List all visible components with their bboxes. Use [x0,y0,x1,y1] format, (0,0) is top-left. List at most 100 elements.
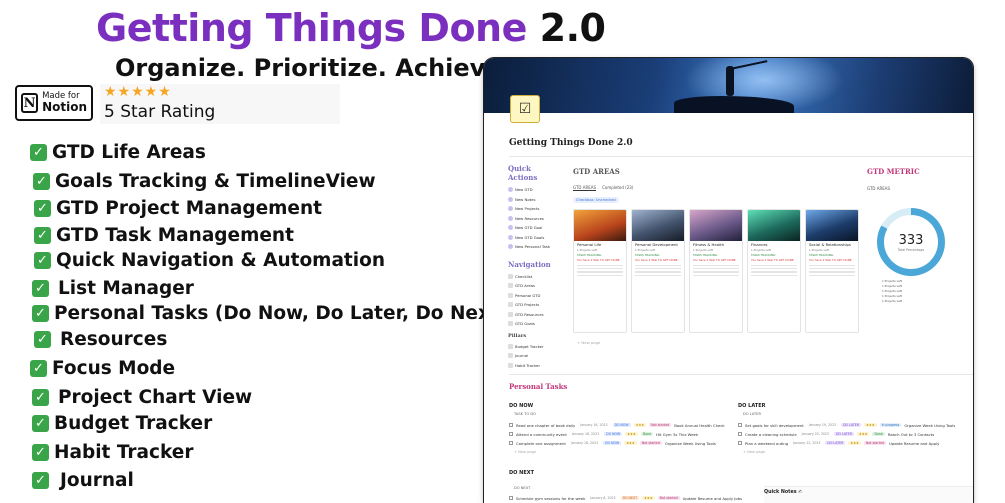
area-card[interactable]: Social & Relationships 1 Projects Left T… [805,209,859,333]
star-icon: ★★★ [625,432,638,436]
quick-action-item[interactable]: New GTD [508,185,562,195]
nav-item[interactable]: GTD Resources [508,310,562,320]
divider [509,374,973,375]
task-row[interactable]: Read one chapter of book daily January 1… [509,422,725,428]
badge-brand: Notion [42,100,87,115]
checkmark-icon: ✓ [34,331,51,348]
app-screenshot-panel: ☑ Getting Things Done 2.0 Quick Actions … [484,58,973,503]
hero-title-version: 2.0 [539,6,606,50]
task-checkbox[interactable] [509,496,513,500]
task-row[interactable]: Create a cleaning schedule January 20, 2… [738,431,934,437]
do-next-sub: DO NEXT [514,486,531,490]
task-checkbox[interactable] [738,432,742,436]
checkmark-icon: ✓ [32,415,49,432]
feature-item: ✓ Journal [32,470,134,491]
feature-item: ✓ Habit Tracker [32,442,193,463]
nav-item[interactable]: GTD Projects [508,300,562,310]
feature-item: ✓ GTD Task Management [34,225,294,246]
do-next-heading: DO NEXT [509,470,535,476]
pillar-item[interactable]: Budget Tracker [508,342,562,352]
feature-item: ✓ Goals Tracking & TimelineView [33,171,376,192]
checkmark-icon: ✓ [34,200,51,217]
navigation-heading: Navigation [508,259,551,269]
feature-item: ✓ Resources [34,329,167,350]
legend-item: 1 Projects Left [882,299,902,303]
star-icon: ★★★ [848,441,861,445]
pillar-item[interactable]: Habit Tracker [508,361,562,371]
area-card[interactable]: Personal Development 1 Projects Left TAS… [631,209,685,333]
gauge-legend: 1 Projects Left 1 Projects Left 1 Projec… [882,279,952,304]
checkmark-icon: ✓ [32,389,49,406]
nav-item[interactable]: GTD Areas [508,281,562,291]
star-icon: ★★★ [864,423,877,427]
task-row[interactable]: Complete one assignment January 18, 2023… [509,440,716,446]
star-icon: ★★★ [642,496,655,500]
new-page-button[interactable]: + New page [743,450,765,454]
checkmark-icon: ✓ [30,360,47,377]
feature-item: ✓ Personal Tasks (Do Now, Do Later, Do Ne… [32,303,507,324]
area-card[interactable]: Finances 1 Projects Left TASKS TRACKING:… [747,209,801,333]
quick-actions-heading: Quick Actions [508,164,538,182]
quick-action-item[interactable]: New GTD Goal [508,223,562,233]
nav-item[interactable]: Checklist [508,272,562,282]
task-checkbox[interactable] [738,423,742,427]
page-icon[interactable]: ☑ [510,95,540,123]
quick-notes-panel[interactable]: Quick Notes ✍ [764,486,973,503]
pillars-heading: Pillars [508,332,527,339]
pillar-item[interactable]: Journal [508,351,562,361]
task-row[interactable]: Attend a community event January 18, 202… [509,431,698,437]
areas-gallery: Personal Life 1 Projects Left TASKS TRAC… [573,209,859,333]
quick-action-item[interactable]: New GTD Goals [508,233,562,243]
feature-item: ✓ GTD Life Areas [30,142,206,163]
checkmark-icon: ✓ [33,173,50,190]
card-cover-image [632,210,684,241]
task-row[interactable]: Plan a weekend outing January 22, 2023 D… [738,440,939,446]
do-later-sub: DO LATER [743,412,761,416]
nav-item[interactable]: GTD Goals [508,319,562,329]
quick-notes-title: Quick Notes ✍ [764,490,803,495]
quick-action-item[interactable]: New Projects [508,204,562,214]
do-now-heading: DO NOW [509,403,534,409]
card-cover-image [690,210,742,241]
hero-title: Getting Things Done 2.0 [96,6,606,50]
new-page-button[interactable]: + New page [577,340,600,345]
star-icon: ★★★ [624,441,637,445]
gtd-areas-heading: GTD AREAS [573,167,620,176]
areas-tabs: GTD AREAS Completed (23) [573,185,633,191]
quick-action-item[interactable]: New Notes [508,195,562,205]
checkmark-icon: ✓ [30,144,47,161]
tab-gtd-areas[interactable]: GTD AREAS [573,185,597,191]
hero-subtitle: Organize. Prioritize. Achieve [115,54,502,82]
quick-action-item[interactable]: New Resources [508,214,562,224]
nav-item[interactable]: Personal GTD [508,291,562,301]
area-card[interactable]: Personal Life 1 Projects Left TASKS TRAC… [573,209,627,333]
rating-label: 5 Star Rating [104,102,216,122]
gtd-metric-heading: GTD METRIC [867,167,920,176]
task-row[interactable]: Schedule gym sessions for the week Janua… [509,495,742,501]
task-checkbox[interactable] [509,432,513,436]
rating-box: ★★★★★ 5 Star Rating [100,84,340,124]
new-page-button[interactable]: + New page [514,450,536,454]
feature-item: ✓ List Manager [32,278,194,299]
task-row[interactable]: Set goals for skill development January … [738,422,955,428]
filter-pill[interactable]: Checkbox: Unchecked [573,197,619,203]
page-cover-image [484,58,973,113]
task-checkbox[interactable] [509,441,513,445]
quick-action-item[interactable]: New Personal Task [508,242,562,252]
area-card[interactable]: Fitness & Health 1 Projects Left TASKS T… [689,209,743,333]
feature-item: ✓ GTD Project Management [34,198,322,219]
star-icon: ★★★ [856,432,870,436]
hero-title-main: Getting Things Done [96,6,527,50]
checkmark-icon: ✓ [32,280,49,297]
metric-tab[interactable]: GTD AREAS [867,186,890,191]
gauge-chart: 333 Total Percentage [877,208,945,276]
left-sidebar: Quick Actions New GTD New Notes New Proj… [508,164,562,370]
card-cover-image [748,210,800,241]
gauge-value: 333 [898,232,924,248]
checkmark-icon: ✓ [34,227,51,244]
notion-logo-icon: N [21,93,39,113]
do-later-heading: DO LATER [738,403,766,409]
task-checkbox[interactable] [738,441,742,445]
tab-completed[interactable]: Completed (23) [602,185,633,191]
task-checkbox[interactable] [509,423,513,427]
